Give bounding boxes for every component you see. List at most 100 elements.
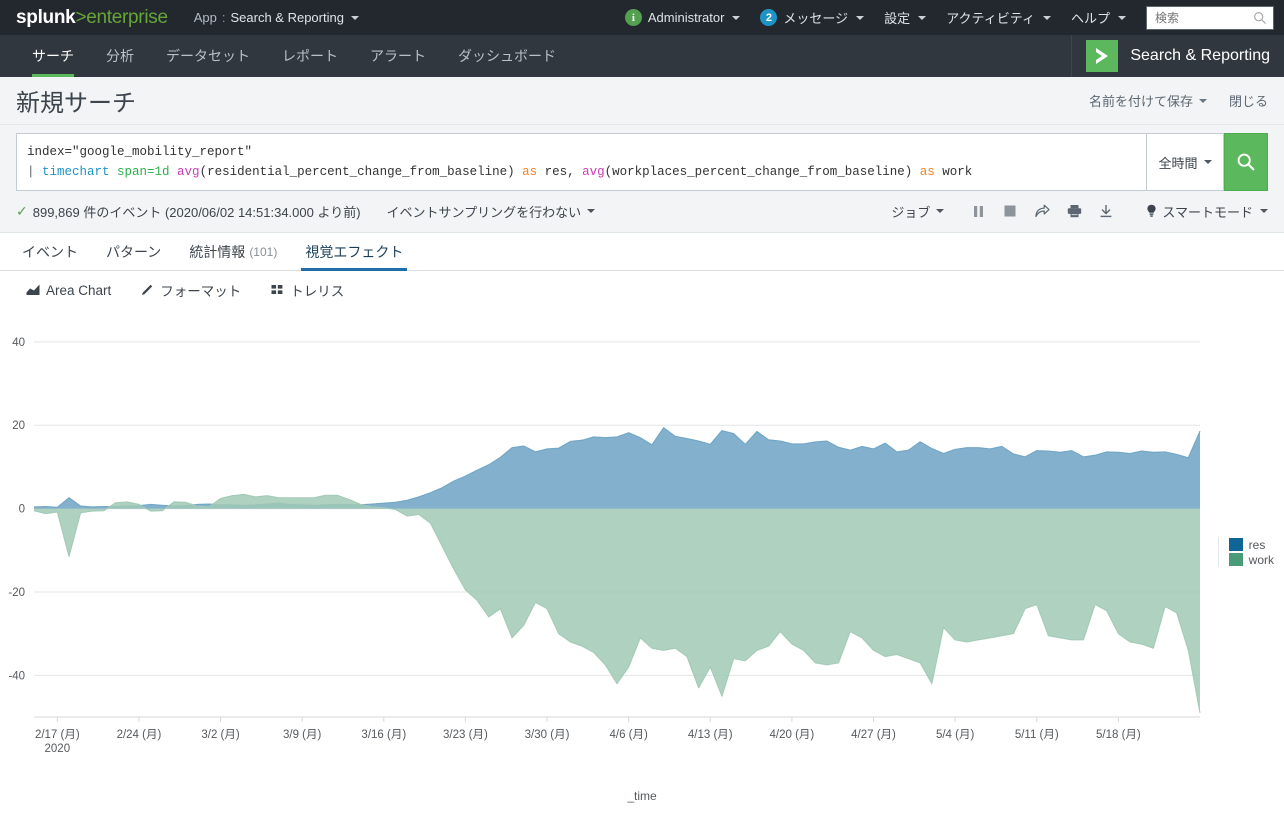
svg-text:20: 20 <box>12 420 25 432</box>
nav-item-reports[interactable]: レポート <box>266 35 354 77</box>
close-label: 閉じる <box>1228 94 1268 109</box>
global-search[interactable] <box>1146 5 1274 30</box>
nav-label: データセット <box>166 48 250 64</box>
query-alias-2: work <box>934 165 973 179</box>
svg-text:5/4 (月): 5/4 (月) <box>936 729 975 741</box>
nav-item-dashboards[interactable]: ダッシュボード <box>442 35 572 77</box>
query-field: index= <box>27 145 73 159</box>
chevron-down-icon <box>350 15 359 20</box>
svg-text:3/23 (月): 3/23 (月) <box>443 729 488 741</box>
tab-label: イベント <box>22 243 78 260</box>
messages-menu[interactable]: 2 メッセージ <box>760 8 865 27</box>
splunk-logo[interactable]: splunk>enterprise <box>16 7 168 29</box>
current-app-badge[interactable]: Search & Reporting <box>1071 35 1284 77</box>
stop-button[interactable] <box>994 200 1026 222</box>
logo-gt: > <box>75 6 87 28</box>
search-icon <box>1237 153 1255 171</box>
pause-icon <box>973 205 983 217</box>
app-current-name: Search & Reporting <box>230 10 344 25</box>
area-chart[interactable]: 40 20 0 -20 -40 2/17 (月) 2/24 (月) 3/2 (月) 3/9 (月… <box>0 309 1284 779</box>
messages-label: メッセージ <box>783 11 849 26</box>
event-sampling-dropdown[interactable]: イベントサンプリングを行わない <box>387 202 596 221</box>
result-tabs: イベント パターン 統計情報 (101) 視覚エフェクト <box>0 233 1284 271</box>
search-mode-selector[interactable]: スマートモード <box>1146 202 1268 221</box>
page-title: 新規サーチ <box>16 90 136 117</box>
nav-item-alerts[interactable]: アラート <box>354 35 442 77</box>
area-chart-icon <box>26 284 40 295</box>
tab-statistics[interactable]: 統計情報 (101) <box>175 233 291 270</box>
global-search-input[interactable] <box>1153 9 1253 26</box>
visualization-panel: 40 20 0 -20 -40 2/17 (月) 2/24 (月) 3/2 (月) 3/9 (月… <box>0 309 1284 809</box>
nav-item-datasets[interactable]: データセット <box>150 35 266 77</box>
export-icon <box>1100 205 1112 218</box>
administrator-menu[interactable]: i Administrator <box>624 9 741 26</box>
svg-text:0: 0 <box>19 504 25 516</box>
nav-label: レポート <box>282 48 338 64</box>
help-menu[interactable]: ヘルプ <box>1071 8 1126 27</box>
print-button[interactable] <box>1058 200 1090 222</box>
check-icon: ✓ <box>16 202 28 219</box>
activity-menu[interactable]: アクティビティ <box>946 8 1051 27</box>
query-pipe: | <box>27 165 43 179</box>
app-nav-bar: サーチ 分析 データセット レポート アラート ダッシュボード Search &… <box>0 35 1284 77</box>
nav-label: サーチ <box>32 48 74 64</box>
share-button[interactable] <box>1026 200 1058 222</box>
legend-label: res <box>1248 537 1266 552</box>
nav-item-search[interactable]: サーチ <box>16 35 90 77</box>
query-value: "google_mobility_report" <box>72 145 253 159</box>
nav-label: 分析 <box>106 48 134 64</box>
top-bar-right: i Administrator 2 メッセージ 設定 アクティビティ ヘルプ <box>624 5 1274 30</box>
svg-text:5/18 (月): 5/18 (月) <box>1096 729 1141 741</box>
chevron-down-icon <box>1198 98 1207 103</box>
svg-text:3/30 (月): 3/30 (月) <box>525 729 570 741</box>
page-header-actions: 名前を付けて保存 閉じる <box>1089 91 1268 110</box>
query-func-2: avg <box>582 165 605 179</box>
event-sampling-label: イベントサンプリングを行わない <box>386 204 582 220</box>
svg-text:40: 40 <box>12 337 25 349</box>
job-label: ジョブ <box>891 204 931 220</box>
legend-swatch <box>1228 538 1243 551</box>
chart-type-label: Area Chart <box>46 282 112 298</box>
event-count-label: 899,869 件のイベント (2020/06/02 14:51:34.000 … <box>32 204 361 220</box>
chevron-right-icon <box>1096 48 1109 64</box>
format-button[interactable]: フォーマット <box>141 280 241 300</box>
search-bar-wrapper: index="google_mobility_report" | timecha… <box>0 125 1284 191</box>
stop-icon <box>1004 205 1016 217</box>
query-func-1: avg <box>177 165 200 179</box>
save-as-label: 名前を付けて保存 <box>1088 94 1193 109</box>
nav-label: アラート <box>370 48 426 64</box>
chevron-down-icon <box>732 15 741 20</box>
legend-item-work[interactable]: work <box>1228 552 1274 567</box>
legend-item-res[interactable]: res <box>1228 537 1274 552</box>
pause-button[interactable] <box>962 200 994 222</box>
export-button[interactable] <box>1090 200 1122 222</box>
chevron-down-icon <box>936 209 945 213</box>
query-as-1: as <box>522 165 538 179</box>
close-button[interactable]: 閉じる <box>1229 91 1268 110</box>
job-menu-button[interactable]: ジョブ <box>891 202 945 221</box>
trellis-button[interactable]: トレリス <box>271 280 344 300</box>
help-label: ヘルプ <box>1070 11 1110 26</box>
message-count-badge: 2 <box>760 9 778 26</box>
search-query-input[interactable]: index="google_mobility_report" | timecha… <box>16 133 1146 191</box>
save-as-button[interactable]: 名前を付けて保存 <box>1089 91 1207 110</box>
settings-menu[interactable]: 設定 <box>884 8 927 27</box>
time-range-picker[interactable]: 全時間 <box>1146 133 1224 191</box>
tab-visualization[interactable]: 視覚エフェクト <box>291 233 417 271</box>
svg-text:4/6 (月): 4/6 (月) <box>609 729 648 741</box>
tab-count: (101) <box>249 244 278 259</box>
nav-label: ダッシュボード <box>458 48 556 64</box>
chart-legend: res work <box>1217 537 1274 567</box>
chart-type-selector[interactable]: Area Chart <box>26 283 111 298</box>
nav-item-analytics[interactable]: 分析 <box>90 35 150 77</box>
tab-patterns[interactable]: パターン <box>92 233 175 270</box>
tab-events[interactable]: イベント <box>8 233 92 270</box>
legend-swatch <box>1228 553 1243 566</box>
chevron-down-icon <box>1260 209 1268 213</box>
top-bar: splunk>enterprise App : Search & Reporti… <box>0 0 1284 35</box>
tab-label: 視覚エフェクト <box>305 243 404 260</box>
svg-text:3/9 (月): 3/9 (月) <box>283 729 322 741</box>
app-selector[interactable]: App : Search & Reporting <box>194 10 359 25</box>
run-search-button[interactable] <box>1224 133 1268 191</box>
legend-label: work <box>1248 552 1274 567</box>
